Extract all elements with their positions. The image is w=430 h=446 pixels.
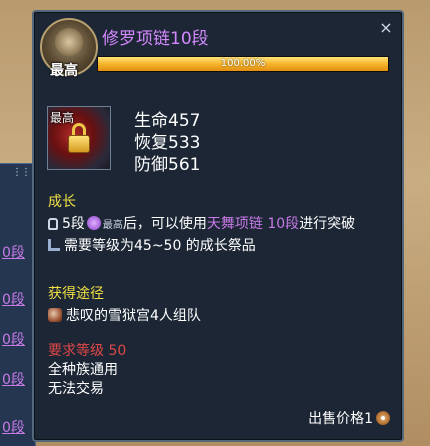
- requirement-title: 要求等级 50: [48, 342, 127, 359]
- race-restriction: 全种族通用: [48, 361, 118, 378]
- emblem-center-icon: [55, 28, 83, 56]
- stat-defense: 防御561: [134, 155, 201, 175]
- background-link[interactable]: 0段: [2, 369, 25, 389]
- item-grade-label: 最高: [50, 111, 75, 125]
- level-icon: [48, 239, 60, 251]
- progress-label: 100.00%: [220, 58, 266, 69]
- sale-price-label: 出售价格1: [308, 411, 373, 427]
- background-link[interactable]: 0段: [2, 242, 25, 262]
- growth-title: 成长: [48, 194, 76, 210]
- source-section: 获得途径 悲叹的雪狱宫4人组队: [48, 282, 201, 326]
- background-link[interactable]: 0段: [2, 329, 25, 349]
- close-icon[interactable]: ×: [378, 20, 394, 36]
- item-icon: 最高: [47, 106, 111, 170]
- trade-restriction: 无法交易: [48, 380, 104, 397]
- item-title: 修罗项链10段: [102, 29, 209, 49]
- growth-section: 成长 5段 最高 后，可以使用 天舞项链 10段 进行突破 需要等级为45~50…: [48, 190, 355, 256]
- drag-handle-icon[interactable]: ⋮⋮: [12, 168, 31, 178]
- grade-badge: 最高: [102, 219, 123, 231]
- growth-line-1: 5段 最高 后，可以使用 天舞项链 10段 进行突破: [48, 212, 355, 234]
- growth-prefix: 5段: [62, 216, 85, 232]
- dungeon-icon: [48, 308, 62, 322]
- growth-line-2: 需要等级为45~50 的成长祭品: [48, 234, 355, 256]
- source-title: 获得途径: [48, 286, 104, 302]
- lock-body: [68, 135, 90, 153]
- source-item: 悲叹的雪狱宫4人组队: [66, 308, 201, 324]
- source-line: 悲叹的雪狱宫4人组队: [48, 304, 201, 326]
- growth-middle: 后，可以使用: [122, 216, 207, 232]
- grade-orb-icon: [86, 216, 101, 230]
- growth-progress-bar: 100.00%: [97, 56, 389, 72]
- coin-icon: [376, 411, 390, 425]
- grade-label: 最高: [50, 63, 78, 79]
- item-tooltip: × 最高 修罗项链10段 100.00% 最高 生命457 恢复533 防御56…: [32, 10, 404, 442]
- requirement-section: 要求等级 50 全种族通用 无法交易: [48, 340, 126, 397]
- breakthrough-item-link[interactable]: 天舞项链 10段: [207, 213, 299, 233]
- stat-hp: 生命457: [134, 111, 201, 131]
- growth-suffix: 进行突破: [299, 216, 356, 232]
- grade-emblem-icon: 最高: [40, 18, 98, 79]
- growth-requirement: 需要等级为45~50 的成长祭品: [64, 238, 256, 254]
- background-link[interactable]: 0段: [2, 289, 25, 309]
- background-link[interactable]: 0段: [2, 417, 25, 437]
- background-panel: ⋮⋮ 0段 0段 0段 0段 0段: [0, 163, 36, 446]
- stat-recovery: 恢复533: [134, 133, 201, 153]
- sale-price: 出售价格1: [308, 408, 390, 428]
- lock-icon: [48, 218, 58, 230]
- item-stats: 生命457 恢复533 防御561: [134, 110, 200, 176]
